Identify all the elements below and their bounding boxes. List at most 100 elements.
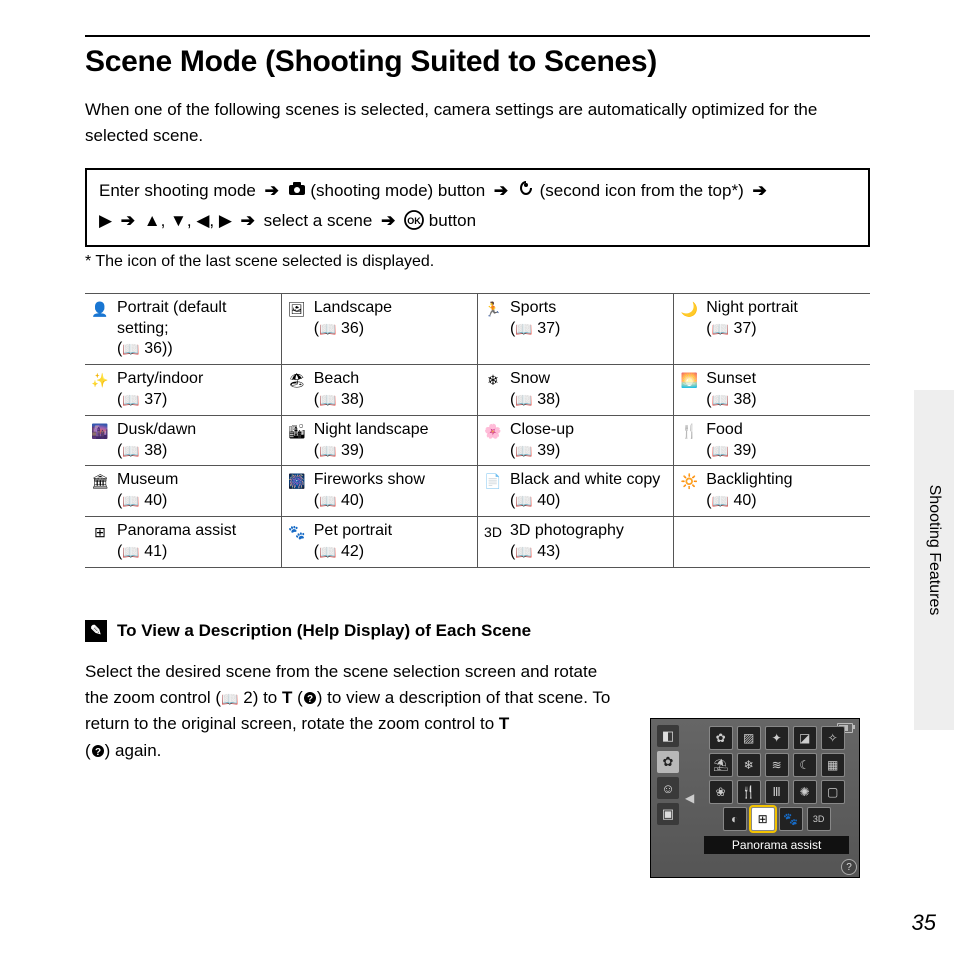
t-glyph: T (499, 714, 509, 733)
nav-text: select a scene (264, 211, 373, 230)
grid-scene-icon: 🐾 (779, 807, 803, 831)
t-glyph: T (282, 688, 292, 707)
scene-cell: 📄 Black and white copy(📖 40) (484, 470, 667, 512)
scene-cell: 🏖 Beach(📖 38) (288, 369, 471, 411)
scene-label: Beach(📖 38) (314, 369, 471, 411)
camera-icon (288, 181, 311, 200)
ok-button-icon: OK (404, 210, 424, 230)
scene-icon: 🔆 (680, 470, 698, 490)
scene-cell: ❄ Snow(📖 38) (484, 369, 667, 411)
scene-label: Night portrait(📖 37) (706, 298, 864, 340)
svg-text:?: ? (95, 747, 101, 758)
scene-cell: 🍴 Food(📖 39) (680, 420, 864, 462)
help-page: 2 (243, 688, 252, 707)
mode-icon: ◧ (657, 725, 679, 747)
scene-cell: 3D3D photography(📖 43) (484, 521, 667, 563)
scene-icon: 🏖 (288, 369, 306, 389)
grid-scene-icon: ▦ (821, 753, 845, 777)
scene-icon: 📄 (484, 470, 502, 490)
pencil-icon: ✎ (85, 620, 107, 642)
grid-scene-icon: Ⅲ (765, 780, 789, 804)
scene-icon: 👤 (91, 298, 109, 318)
scene-label: Sports(📖 37) (510, 298, 667, 340)
grid-scene-icon: ≋ (765, 753, 789, 777)
scene-label: Night landscape(📖 39) (314, 420, 471, 462)
nav-text: button (429, 211, 476, 230)
help-text: ) to (253, 688, 282, 707)
svg-text:?: ? (307, 694, 313, 705)
page-title: Scene Mode (Shooting Suited to Scenes) (85, 45, 870, 79)
mode-icon: ▣ (657, 803, 679, 825)
grid-scene-icon: ◪ (793, 726, 817, 750)
scene-label: Fireworks show(📖 40) (314, 470, 471, 512)
scene-cell: 🖼 Landscape(📖 36) (288, 298, 471, 340)
scene-cell: 🐾 Pet portrait(📖 42) (288, 521, 471, 563)
side-tab-label: Shooting Features (925, 485, 943, 616)
page-number: 35 (912, 910, 936, 936)
mode-icon: ☺ (657, 777, 679, 799)
scene-cell: 🌆Dusk/dawn(📖 38) (91, 420, 275, 462)
scene-icon: 🐾 (288, 521, 306, 541)
nav-text: (shooting mode) button (310, 181, 485, 200)
header-rule (85, 35, 870, 37)
intro-text: When one of the following scenes is sele… (85, 97, 870, 150)
question-badge-icon: ? (841, 859, 857, 875)
arrow-icon: ➔ (265, 181, 279, 200)
scene-label: Pet portrait(📖 42) (314, 521, 471, 563)
footnote: * The icon of the last scene selected is… (85, 253, 870, 271)
scene-cell: 🎆 Fireworks show(📖 40) (288, 470, 471, 512)
grid-scene-icon: ✿ (709, 726, 733, 750)
mode-scene-icon: ✿ (657, 751, 679, 773)
help-body: Select the desired scene from the scene … (85, 659, 625, 764)
scene-cell: 🌙 Night portrait(📖 37) (680, 298, 864, 340)
grid-scene-icon: 3D (807, 807, 831, 831)
grid-scene-icon: ▨ (737, 726, 761, 750)
grid-scene-icon: ☾ (793, 753, 817, 777)
scene-icon: 🌆 (91, 420, 109, 440)
scene-label: Close-up(📖 39) (510, 420, 667, 462)
lcd-caption: Panorama assist (704, 836, 849, 854)
help-text: ( (292, 688, 302, 707)
grid-scene-icon: ◐ (723, 807, 747, 831)
help-text: ) again. (105, 741, 162, 760)
grid-scene-icon: ⛱ (709, 753, 733, 777)
question-icon: ? (91, 744, 105, 758)
navigation-path-box: Enter shooting mode ➔ (shooting mode) bu… (85, 168, 870, 247)
grid-scene-icon-selected: ⊞ (751, 807, 775, 831)
nav-text: Enter shooting mode (99, 181, 256, 200)
grid-scene-icon: ✺ (793, 780, 817, 804)
dpad-icons: ▶ ➔ ▲, ▼, ◀, ▶ (99, 211, 232, 230)
scene-icon: 🌅 (680, 369, 698, 389)
scene-label: Landscape(📖 36) (314, 298, 471, 340)
scene-mode-table: 👤 Portrait (default setting;(📖 36)) 🖼 Lands… (85, 293, 870, 568)
scene-label: Backlighting(📖 40) (706, 470, 864, 512)
help-heading: To View a Description (Help Display) of … (117, 621, 531, 641)
scene-label: Black and white copy(📖 40) (510, 470, 667, 512)
scene-label: Portrait (default setting;(📖 36)) (117, 298, 275, 360)
scene-cell: 🌅 Sunset(📖 38) (680, 369, 864, 411)
scene-icon: 🌙 (680, 298, 698, 318)
scene-label: Food(📖 39) (706, 420, 864, 462)
scene-icon: 🏛 (91, 470, 109, 490)
scene-cell: 🏙 Night landscape(📖 39) (288, 420, 471, 462)
svg-text:OK: OK (407, 216, 421, 226)
scene-cell: 🌸Close-up(📖 39) (484, 420, 667, 462)
scene-cell: 👤 Portrait (default setting;(📖 36)) (91, 298, 275, 360)
arrow-icon: ➔ (381, 211, 395, 230)
scene-label: Party/indoor(📖 37) (117, 369, 275, 411)
scene-cell: ⊞Panorama assist(📖 41) (91, 521, 275, 563)
scene-icon: 🍴 (680, 420, 698, 440)
scene-icon: 🏙 (288, 420, 306, 440)
scene-label: Panorama assist(📖 41) (117, 521, 275, 563)
question-icon: ? (303, 691, 317, 705)
scene-label: Sunset(📖 38) (706, 369, 864, 411)
scene-icon (517, 181, 540, 200)
scene-icon: ✨ (91, 369, 109, 389)
grid-scene-icon: 🍴 (737, 780, 761, 804)
grid-scene-icon: ▢ (821, 780, 845, 804)
scene-icon: ❄ (484, 369, 502, 389)
scene-icon: 🎆 (288, 470, 306, 490)
scene-icon: 🖼 (288, 298, 306, 318)
scene-label: Snow(📖 38) (510, 369, 667, 411)
scene-label: 3D photography(📖 43) (510, 521, 667, 563)
